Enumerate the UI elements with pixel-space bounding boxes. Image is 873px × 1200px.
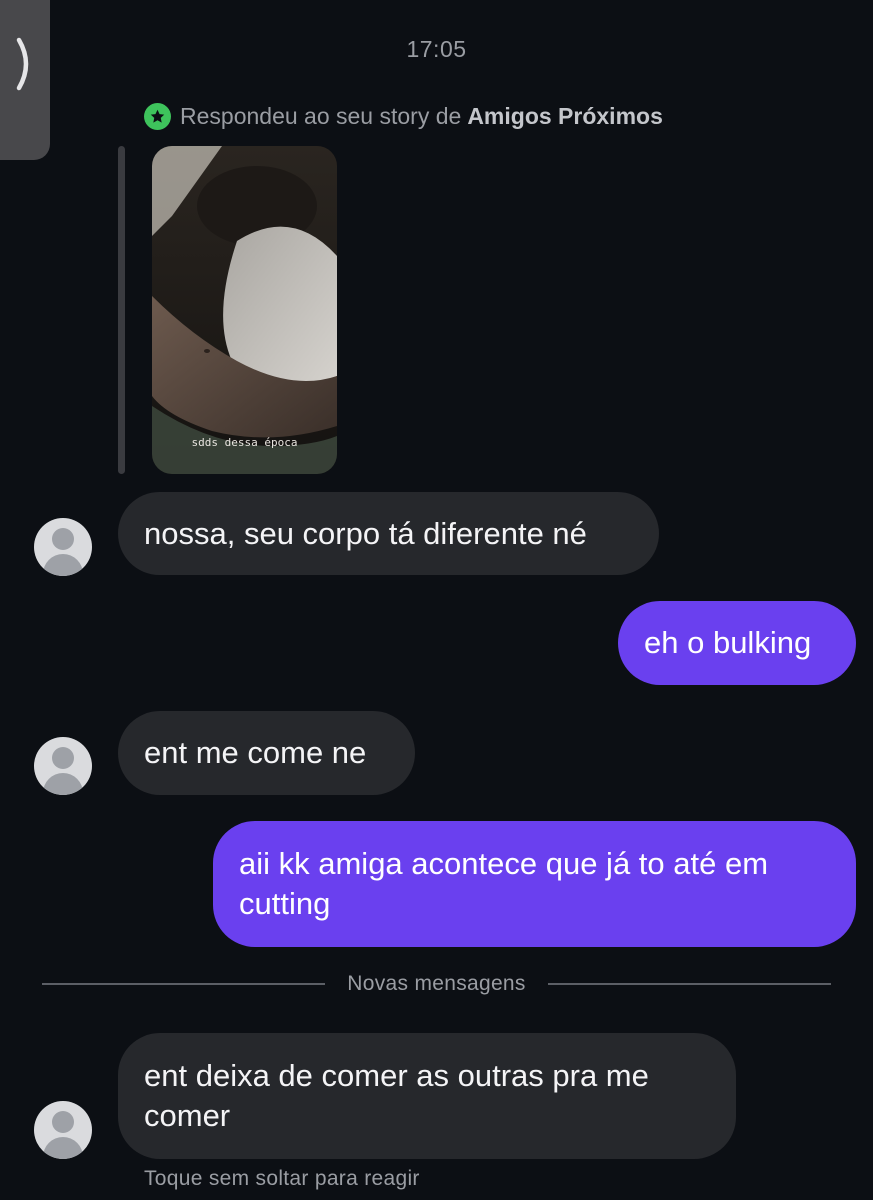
message-text: nossa, seu corpo tá diferente né xyxy=(144,515,587,551)
avatar-body xyxy=(43,773,83,795)
close-friends-star-icon xyxy=(144,103,171,130)
reply-quote-bar xyxy=(118,146,125,474)
story-photo xyxy=(152,146,337,474)
avatar-body xyxy=(43,1137,83,1159)
incoming-message-bubble[interactable]: ent me come ne xyxy=(118,711,415,795)
story-reply-context: Respondeu ao seu story de Amigos Próximo… xyxy=(144,103,663,130)
story-reply-prefix: Respondeu ao seu story de xyxy=(180,103,462,129)
message-text: ent deixa de comer as outras pra me come… xyxy=(144,1058,649,1133)
story-thumbnail[interactable]: sdds dessa época xyxy=(152,146,337,474)
avatar-head xyxy=(52,1111,74,1133)
contact-avatar[interactable] xyxy=(34,1101,92,1159)
contact-avatar[interactable] xyxy=(34,518,92,576)
avatar-head xyxy=(52,528,74,550)
chat-screen: 17:05 Respondeu ao seu story de Amigos P… xyxy=(0,0,873,1200)
message-timestamp: 17:05 xyxy=(406,36,467,62)
new-messages-divider: Novas mensagens xyxy=(42,970,831,998)
new-messages-label: Novas mensagens xyxy=(347,972,526,995)
close-friends-label: Amigos Próximos xyxy=(467,103,663,129)
message-text: aii kk amiga acontece que já to até em c… xyxy=(239,846,769,921)
outgoing-message-bubble[interactable]: eh o bulking xyxy=(618,601,856,685)
incoming-message-bubble[interactable]: nossa, seu corpo tá diferente né xyxy=(118,492,659,575)
divider-line-left xyxy=(42,983,326,985)
message-text: ent me come ne xyxy=(144,735,367,770)
avatar-head xyxy=(52,747,74,769)
back-button[interactable] xyxy=(0,0,50,160)
avatar-body xyxy=(43,554,83,576)
message-text: eh o bulking xyxy=(644,625,812,660)
incoming-message-bubble[interactable]: ent deixa de comer as outras pra me come… xyxy=(118,1033,736,1159)
outgoing-message-bubble[interactable]: aii kk amiga acontece que já to até em c… xyxy=(213,821,856,947)
divider-line-right xyxy=(547,983,831,985)
reaction-hint: Toque sem soltar para reagir xyxy=(144,1167,420,1190)
story-caption: sdds dessa época xyxy=(191,436,298,449)
contact-avatar[interactable] xyxy=(34,737,92,795)
